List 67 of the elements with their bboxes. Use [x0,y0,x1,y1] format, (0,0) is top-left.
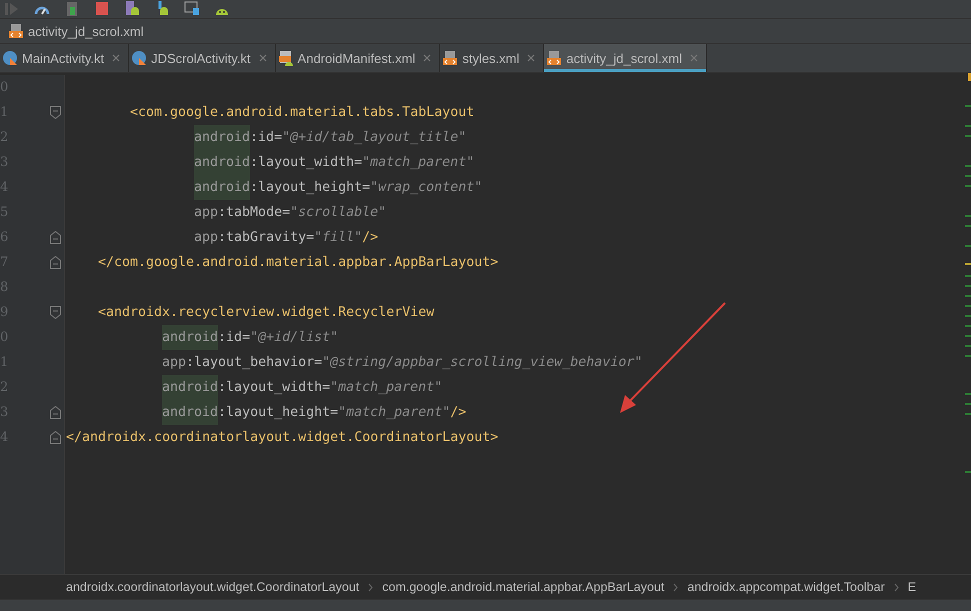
fold-marker[interactable] [50,431,61,444]
attribute-name: :layout_height= [250,179,370,197]
xml-tag: /> [362,225,378,250]
breadcrumb-item[interactable]: androidx.coordinatorlayout.widget.CoordinatorLayout [66,580,360,594]
fold-marker[interactable] [50,231,61,244]
attribute-namespace: app [194,229,218,247]
attribute-name: :layout_behavior= [186,354,322,372]
close-icon[interactable] [112,54,120,62]
breadcrumb-item[interactable]: E [908,580,916,594]
attribute-value: "@string/appbar_scrolling_view_behavior" [322,354,642,372]
attribute-name: :id= [250,129,282,147]
editor-tab[interactable]: activity_jd_scrol.xml [544,44,707,72]
xml-file-icon [442,50,458,66]
breadcrumb-file[interactable]: activity_jd_scrol.xml [28,24,144,38]
xml-file-icon [546,50,562,66]
attribute-namespace: android [162,325,218,350]
attribute-namespace: app [162,354,186,372]
device-icon[interactable] [64,1,80,17]
attribute-value: "fill" [314,229,362,247]
editor-tab[interactable]: MainActivity.kt [0,44,130,72]
editor-tab[interactable]: AndroidManifest.xml [276,44,440,72]
xml-tag: </androidx.coordinatorlayout.widget.CoordinatorLayout> [66,425,498,450]
close-icon[interactable] [258,54,267,62]
kotlin-file-icon [2,50,18,66]
fold-marker[interactable] [50,406,61,419]
fold-marker[interactable] [50,106,61,119]
attribute-namespace: android [194,125,250,150]
attribute-namespace: android [194,150,250,175]
breadcrumb-item[interactable]: com.google.android.material.appbar.AppBarLayout [382,580,664,594]
attribute-namespace: android [162,400,218,425]
attribute-value: "match_parent" [330,379,442,397]
attribute-value: "scrollable" [290,204,386,222]
xml-file-icon [8,23,24,39]
close-icon[interactable] [527,54,536,62]
attribute-name: :layout_width= [250,154,362,172]
attribute-name: :layout_height= [218,404,338,422]
stop-icon[interactable] [94,1,110,17]
attribute-name: :tabGravity= [218,229,314,247]
attribute-value: "wrap_content" [370,179,482,197]
attribute-value: "match_parent" [338,404,450,422]
chevron-icon [368,582,374,592]
xml-tag: </com.google.android.material.appbar.AppBarLayout> [98,250,498,275]
editor-tab[interactable]: JDScrolActivity.kt [129,44,276,72]
fold-marker[interactable] [50,256,61,269]
layout-icon[interactable] [184,1,200,17]
xml-tag: <androidx.recyclerview.widget.RecyclerView [98,300,434,325]
chevron-icon [673,582,678,592]
chevron-icon [894,582,899,592]
attribute-namespace: app [194,204,218,222]
sync-icon[interactable] [124,1,140,17]
breadcrumb-item[interactable]: androidx.appcompat.widget.Toolbar [687,580,885,594]
attribute-name: :layout_width= [218,379,330,397]
fold-marker[interactable] [50,306,61,319]
editor-tab[interactable]: styles.xml [440,44,544,72]
xml-tag: <com.google.android.material.tabs.TabLayout [130,100,474,125]
attribute-value: "@+id/list" [250,329,338,347]
xml-tag: /> [450,400,466,425]
attribute-value: "@+id/tab_layout_title" [282,129,466,147]
manifest-file-icon [278,50,294,66]
attribute-name: :id= [218,329,250,347]
attribute-namespace: android [162,375,218,400]
attribute-namespace: android [194,175,250,200]
attribute-name: :tabMode= [218,204,290,222]
close-icon[interactable] [690,54,698,62]
kotlin-file-icon [131,50,148,66]
attribute-value: "match_parent" [362,154,474,172]
close-icon[interactable] [423,54,432,62]
